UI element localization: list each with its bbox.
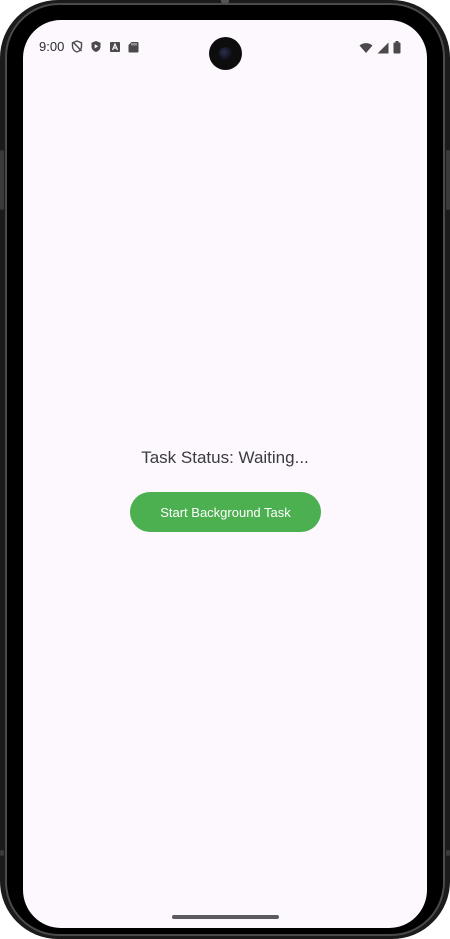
side-button (0, 150, 4, 210)
side-button (0, 850, 4, 856)
side-button (446, 850, 450, 856)
task-status-text: Task Status: Waiting... (141, 448, 309, 467)
start-background-task-button[interactable]: Start Background Task (130, 492, 321, 532)
app-screen: 9:00 Task Status: Waiting... Start Backg… (23, 20, 427, 928)
side-button (446, 150, 450, 210)
phone-frame: 9:00 Task Status: Waiting... Start Backg… (0, 0, 450, 939)
main-content: Task Status: Waiting... Start Background… (23, 20, 427, 928)
home-indicator[interactable] (172, 915, 279, 919)
